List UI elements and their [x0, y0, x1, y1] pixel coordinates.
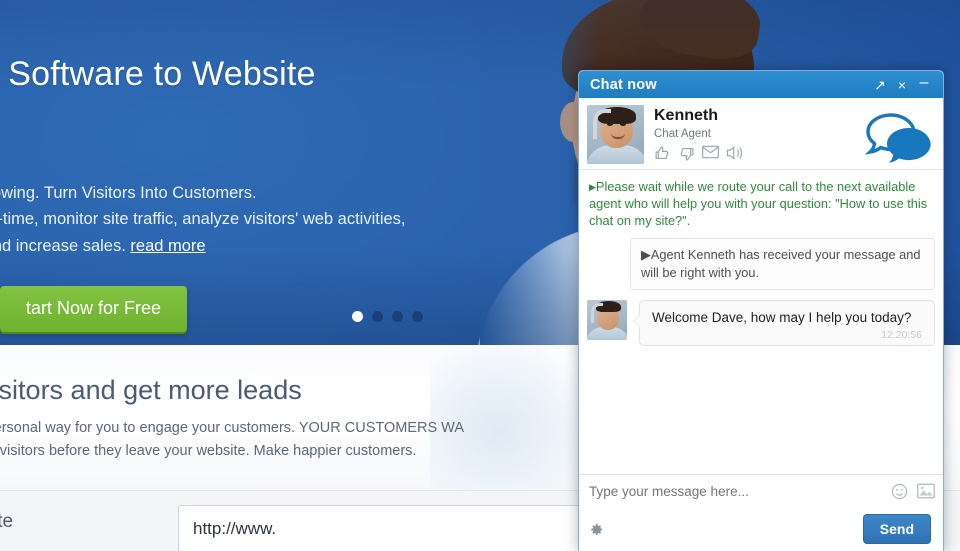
- hero-headline-line1: ve Chat Software to Website: [0, 55, 316, 93]
- carousel-dot-3[interactable]: [392, 311, 403, 322]
- website-url-input[interactable]: [178, 505, 608, 551]
- features-paragraph: faster and more personal way for you to …: [0, 417, 670, 463]
- hero-para-1: ccounts and Growing. Turn Visitors Into …: [0, 180, 580, 207]
- send-button[interactable]: Send: [863, 514, 931, 544]
- hero-para-3: ellent support and increase sales. read …: [0, 233, 580, 260]
- chat-footer[interactable]: Send: [579, 507, 943, 551]
- minimize-icon[interactable]: –: [913, 74, 935, 96]
- carousel-dot-1[interactable]: [352, 311, 363, 322]
- thumbs-down-icon[interactable]: [678, 145, 695, 162]
- carousel-dot-4[interactable]: [412, 311, 423, 322]
- message-arrow-icon: ▶: [589, 182, 596, 192]
- gear-icon[interactable]: [589, 522, 604, 537]
- signup-strip-label: on your website: [0, 511, 180, 533]
- carousel-dot-2[interactable]: [372, 311, 383, 322]
- system-message-text: Please wait while we route your call to …: [589, 179, 927, 228]
- email-icon[interactable]: [702, 145, 719, 159]
- start-now-free-button[interactable]: tart Now for Free: [0, 286, 187, 332]
- chat-agent-header: Kenneth Chat Agent: [579, 98, 943, 170]
- chat-titlebar[interactable]: Chat now ↗ × –: [579, 71, 943, 98]
- close-icon[interactable]: ×: [891, 74, 913, 96]
- read-more-link[interactable]: read more: [130, 237, 205, 255]
- sound-icon[interactable]: [726, 145, 743, 161]
- emoji-icon[interactable]: [891, 483, 908, 500]
- hero-subtext: ccounts and Growing. Turn Visitors Into …: [0, 180, 580, 260]
- hero-para-2: ustomers in real-time, monitor site traf…: [0, 206, 580, 233]
- message-row: Welcome Dave, how may I help you today? …: [587, 300, 935, 346]
- agent-avatar: [587, 105, 644, 164]
- hero-para-3-text: ellent support and increase sales.: [0, 237, 130, 255]
- chat-message-list[interactable]: ▶Please wait while we route your call to…: [579, 170, 943, 474]
- image-icon[interactable]: [917, 483, 935, 499]
- hero-headline: ve Chat Software to Website ee: [0, 52, 580, 142]
- chat-bubbles-logo: [864, 112, 934, 169]
- agent-message-avatar: [587, 300, 627, 340]
- chat-title-label: Chat now: [590, 77, 869, 93]
- expand-icon[interactable]: ↗: [869, 74, 891, 96]
- chat-widget[interactable]: Chat now ↗ × – Kenneth Chat Agent: [578, 70, 944, 551]
- hero-content: ve Chat Software to Website ee ccounts a…: [0, 52, 580, 332]
- speech-bubbles-icon: [864, 112, 934, 164]
- chat-message-input[interactable]: [589, 484, 891, 499]
- message-timestamp: 12:20:56: [652, 329, 922, 341]
- system-bubble: ▶Agent Kenneth has received your message…: [630, 238, 935, 289]
- carousel-dots[interactable]: [352, 311, 423, 322]
- agent-message-bubble: Welcome Dave, how may I help you today? …: [639, 300, 935, 346]
- features-para-2: H YOU. Help your visitors before they le…: [0, 440, 670, 463]
- system-message: ▶Please wait while we route your call to…: [587, 176, 935, 233]
- message-row: ▶Agent Kenneth has received your message…: [587, 238, 935, 289]
- features-para-1: faster and more personal way for you to …: [0, 417, 670, 440]
- chat-input-row[interactable]: [579, 474, 943, 507]
- message-arrow-icon: ▶: [641, 247, 651, 262]
- thumbs-up-icon[interactable]: [654, 145, 671, 162]
- agent-message-text: Welcome Dave, how may I help you today?: [652, 310, 922, 325]
- system-bubble-text: Agent Kenneth has received your message …: [641, 247, 920, 279]
